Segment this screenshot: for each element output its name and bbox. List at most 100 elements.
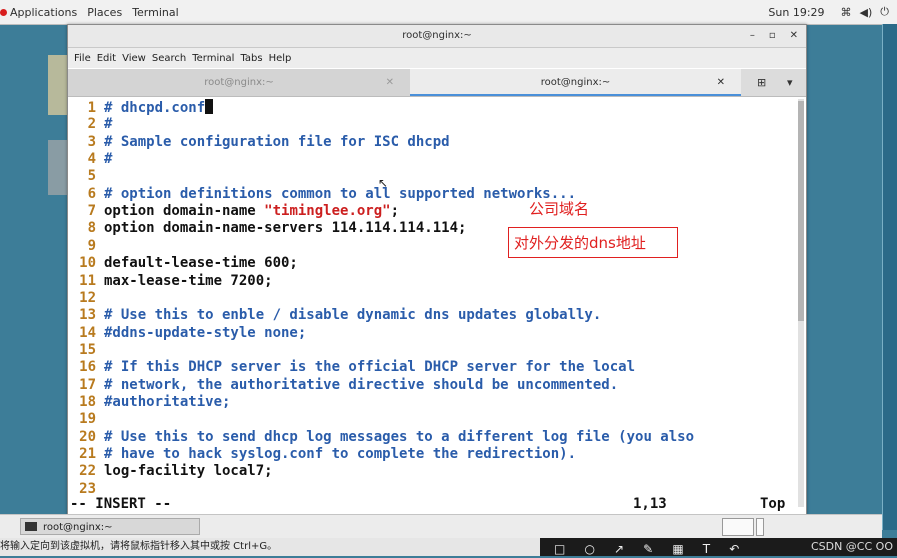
ellipse-tool-icon[interactable]: ○ bbox=[584, 542, 594, 556]
places-menu[interactable]: Places bbox=[87, 6, 122, 19]
scrollbar[interactable] bbox=[798, 99, 804, 507]
pen-tool-icon[interactable]: ✎ bbox=[643, 542, 653, 556]
new-tab-icon[interactable]: ⊞ bbox=[757, 69, 766, 96]
code-text: # network, the authoritative directive s… bbox=[104, 376, 619, 393]
menu-terminal[interactable]: Terminal bbox=[192, 53, 234, 64]
editor-line: 10 default-lease-time 600; bbox=[68, 255, 298, 272]
vm-hint-bar: 将输入定向到该虚拟机，请将鼠标指针移入其中或按 Ctrl+G。 □ ○ ↗ ✎ … bbox=[0, 538, 897, 556]
editor-line: 22 log-facility local7; bbox=[68, 463, 272, 480]
workspace-switcher-2[interactable] bbox=[756, 518, 764, 536]
code-text: max-lease-time 7200; bbox=[104, 272, 273, 289]
applications-label: Applications bbox=[10, 5, 78, 19]
places-label: Places bbox=[87, 5, 123, 19]
line-number: 7 bbox=[87, 203, 96, 220]
text-tool-icon[interactable]: T bbox=[703, 542, 710, 556]
code-text: #ddns-update-style none; bbox=[104, 324, 307, 341]
tab-menu-chevron-down-icon[interactable]: ▾ bbox=[787, 69, 793, 96]
vim-status-line: -- INSERT -- 1,13 Top bbox=[68, 496, 796, 513]
editor-line: 18 #authoritative; bbox=[68, 394, 230, 411]
menu-file[interactable]: File bbox=[74, 53, 91, 64]
editor-line: 15 bbox=[68, 342, 104, 359]
menu-search[interactable]: Search bbox=[152, 53, 186, 64]
line-number: 11 bbox=[79, 272, 96, 289]
editor-line: 4 # bbox=[68, 151, 113, 168]
workspace-switcher[interactable] bbox=[722, 518, 754, 536]
scrollbar-thumb[interactable] bbox=[798, 101, 804, 321]
taskbar-terminal-item[interactable]: root@nginx:~ bbox=[20, 518, 200, 535]
maximize-icon[interactable]: ▫ bbox=[769, 25, 776, 47]
line-number: 23 bbox=[79, 480, 96, 497]
terminal-label: Terminal bbox=[132, 5, 179, 19]
line-number: 22 bbox=[79, 463, 96, 480]
menu-view[interactable]: View bbox=[122, 53, 146, 64]
tab-2[interactable]: root@nginx:~ ✕ bbox=[410, 69, 741, 96]
applications-menu[interactable]: Applications bbox=[0, 6, 77, 19]
editor-line: 13 # Use this to enble / disable dynamic … bbox=[68, 307, 601, 324]
text-cursor bbox=[205, 99, 214, 114]
code-text: # Use this to send dhcp log messages to … bbox=[104, 428, 695, 445]
line-number: 18 bbox=[79, 393, 96, 410]
volume-icon[interactable]: ◀) bbox=[860, 6, 873, 19]
editor-line: 11 max-lease-time 7200; bbox=[68, 272, 273, 290]
line-number: 10 bbox=[79, 255, 96, 272]
rectangle-tool-icon[interactable]: □ bbox=[554, 542, 565, 556]
mosaic-tool-icon[interactable]: ▦ bbox=[672, 542, 683, 556]
arrow-tool-icon[interactable]: ↗ bbox=[614, 542, 624, 556]
close-tab-icon[interactable]: ✕ bbox=[386, 69, 394, 96]
editor-line: 8 option domain-name-servers 114.114.114.… bbox=[68, 220, 467, 237]
menu-tabs[interactable]: Tabs bbox=[240, 53, 262, 64]
editor-line: 1 # dhcpd.conf bbox=[68, 99, 214, 116]
window-titlebar[interactable]: root@nginx:~ – ▫ ✕ bbox=[68, 25, 806, 48]
menu-edit[interactable]: Edit bbox=[97, 53, 116, 64]
code-text: # have to hack syslog.conf to complete t… bbox=[104, 446, 577, 462]
code-text: # option definitions common to all suppo… bbox=[104, 185, 577, 202]
vm-hint-text: 将输入定向到该虚拟机，请将鼠标指针移入其中或按 Ctrl+G。 bbox=[0, 541, 278, 552]
editor-line: 9 bbox=[68, 238, 104, 255]
window-title: root@nginx:~ bbox=[402, 30, 472, 41]
code-text: # dhcpd.conf bbox=[104, 100, 206, 116]
vim-editor[interactable]: -- INSERT -- 1,13 Top 1 # dhcpd.conf 2 #3 # … bbox=[68, 97, 796, 515]
mouse-pointer-icon: ↖ bbox=[378, 176, 389, 190]
minimize-icon[interactable]: – bbox=[750, 25, 755, 47]
line-number: 20 bbox=[79, 428, 96, 445]
undo-icon[interactable]: ↶ bbox=[729, 542, 739, 556]
watermark: CSDN @CC OO bbox=[810, 540, 893, 553]
power-icon[interactable]: ⏻ bbox=[880, 5, 889, 19]
line-number: 19 bbox=[79, 411, 96, 428]
tab-label: root@nginx:~ bbox=[204, 77, 274, 88]
line-number: 5 bbox=[87, 168, 96, 185]
code-text: ; bbox=[390, 203, 400, 220]
terminal-menu[interactable]: Terminal bbox=[132, 6, 179, 19]
editor-line: 12 bbox=[68, 290, 104, 307]
editor-line: 14 #ddns-update-style none; bbox=[68, 325, 306, 342]
line-number: 9 bbox=[87, 237, 96, 254]
line-number: 1 bbox=[87, 100, 96, 116]
close-icon[interactable]: ✕ bbox=[790, 25, 798, 47]
tab-1[interactable]: root@nginx:~ ✕ bbox=[68, 69, 410, 96]
code-text: # bbox=[104, 151, 113, 168]
line-number: 14 bbox=[79, 324, 96, 341]
line-number: 12 bbox=[79, 289, 96, 306]
terminal-icon bbox=[25, 522, 37, 531]
line-number: 8 bbox=[87, 220, 96, 237]
editor-line: 23 bbox=[68, 481, 104, 498]
code-text: # Sample configuration file for ISC dhcp… bbox=[104, 133, 450, 150]
editor-line: 16 # If this DHCP server is the official … bbox=[68, 359, 635, 376]
vim-mode: -- INSERT -- bbox=[70, 496, 172, 512]
top-bar: Applications Places Terminal Sun 19:29 ⌘… bbox=[0, 0, 897, 25]
tab-bar: root@nginx:~ ✕ root@nginx:~ ✕ ⊞ ▾ bbox=[68, 69, 806, 97]
line-number: 4 bbox=[87, 151, 96, 168]
editor-line: 17 # network, the authoritative directive… bbox=[68, 377, 618, 394]
line-number: 15 bbox=[79, 341, 96, 358]
code-text: "timinglee.org" bbox=[264, 203, 391, 220]
code-text: # bbox=[104, 116, 113, 133]
code-text: # If this DHCP server is the official DH… bbox=[104, 359, 636, 376]
clock[interactable]: Sun 19:29 bbox=[768, 6, 824, 19]
cursor-position: 1,13 bbox=[633, 496, 667, 512]
network-icon[interactable]: ⌘ bbox=[841, 6, 852, 19]
menu-help[interactable]: Help bbox=[269, 53, 292, 64]
vm-edge-strip bbox=[882, 24, 897, 530]
taskbar: root@nginx:~ bbox=[0, 514, 882, 539]
line-number: 2 bbox=[87, 116, 96, 133]
close-tab-icon[interactable]: ✕ bbox=[717, 69, 725, 96]
